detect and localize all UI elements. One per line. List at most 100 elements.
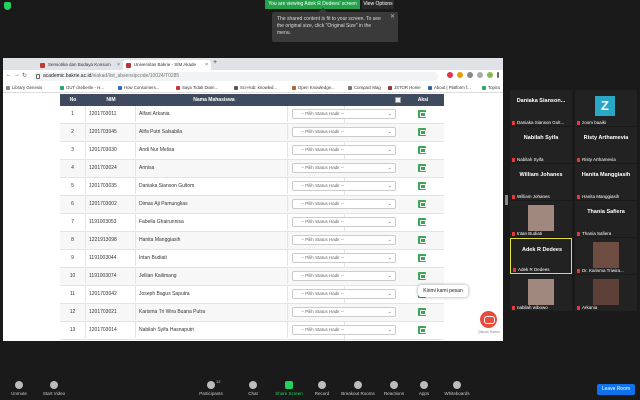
save-action-icon[interactable]	[418, 146, 426, 154]
cell-nim: 1201703014	[86, 322, 136, 338]
participant-tile[interactable]: nabilah wibowo	[510, 275, 572, 311]
participant-tile[interactable]: Risty Arthamevia Risty Arthamevia	[575, 127, 637, 163]
breakout-rooms-button[interactable]: Breakout Rooms	[340, 381, 376, 396]
participant-name-large: Risty Arthamevia	[583, 135, 629, 141]
bookmark-item[interactable]: GUT citeberile - H...	[59, 84, 117, 92]
save-action-icon[interactable]	[418, 272, 426, 280]
status-select[interactable]: -- Pilih Status Hadir -- ⌄	[292, 271, 396, 281]
bookmark-item[interactable]: How Consumers...	[117, 84, 175, 92]
close-tab-icon[interactable]: ×	[117, 60, 120, 70]
chat-button[interactable]: Chat	[246, 381, 260, 396]
participant-name: zoom baaiki	[577, 120, 606, 125]
bookmark-item[interactable]: JSTOR Home	[387, 84, 427, 92]
browser-tab-siakad[interactable]: Universitas Bakrie - SIM Akade ×	[123, 60, 211, 70]
start-video-button[interactable]: Start Video	[40, 381, 68, 396]
table-row: 8 1221913098 Hanita Manggiasih -- Pilih Sta…	[60, 232, 444, 250]
status-select[interactable]: -- Pilih Status Hadir -- ⌄	[292, 127, 396, 137]
status-select[interactable]: -- Pilih Status Hadir -- ⌄	[292, 307, 396, 317]
bookmark-item[interactable]: Library Genesis	[5, 84, 59, 92]
bookmark-item[interactable]: Saya Tidak Diam...	[175, 84, 233, 92]
save-action-icon[interactable]	[418, 308, 426, 316]
reload-icon[interactable]: ↻	[22, 72, 27, 79]
participant-name: nabilah wibowo	[512, 305, 548, 310]
chat-bubble-icon[interactable]	[480, 311, 497, 328]
participant-name-large: Thania Safiera	[587, 209, 625, 215]
status-select[interactable]: -- Pilih Status Hadir -- ⌄	[292, 109, 396, 119]
status-select[interactable]: -- Pilih Status Hadir -- ⌄	[292, 145, 396, 155]
cell-nim: 1191003053	[86, 214, 136, 230]
participant-tile[interactable]: Dr. Karisma Triwira...	[575, 238, 637, 274]
view-options-button[interactable]: View Options	[362, 0, 394, 9]
bookmark-item[interactable]: Open Knowledge...	[291, 84, 347, 92]
close-tab-icon[interactable]: ×	[205, 60, 208, 70]
table-row: 6 1201703002 Dimas Aji Pamungkas -- Pilih S…	[60, 196, 444, 214]
unmute-button[interactable]: Unmute	[6, 381, 32, 396]
col-no: No	[69, 97, 77, 103]
whiteboards-button[interactable]: Whiteboards	[442, 381, 472, 396]
save-action-icon[interactable]	[418, 200, 426, 208]
status-select[interactable]: -- Pilih Status Hadir -- ⌄	[292, 235, 396, 245]
save-action-icon[interactable]	[418, 182, 426, 190]
participant-name: Thania Safiera	[577, 231, 611, 236]
participant-tile[interactable]: Daniaka Sianson... Daniaka Sianson Gult..…	[510, 90, 572, 126]
status-select[interactable]: -- Pilih Status Hadir -- ⌄	[292, 199, 396, 209]
address-bar[interactable]: academic.bakrie.ac.id/siakad/list_absens…	[33, 72, 438, 81]
save-action-icon[interactable]	[418, 326, 426, 334]
status-select-value: -- Pilih Status Hadir --	[301, 237, 345, 242]
profile-avatar[interactable]	[487, 72, 493, 78]
bookmark-item[interactable]: Sci-Hub: knowled...	[233, 84, 291, 92]
panel-scrollbar[interactable]	[505, 195, 508, 205]
save-action-icon[interactable]	[418, 218, 426, 226]
save-action-icon[interactable]	[418, 236, 426, 244]
save-action-icon[interactable]	[418, 110, 426, 118]
bookmark-item[interactable]: Topics	[481, 84, 503, 92]
sidebar-icon[interactable]	[477, 72, 483, 78]
save-action-icon[interactable]	[418, 128, 426, 136]
status-select[interactable]: -- Pilih Status Hadir -- ⌄	[292, 289, 396, 299]
favicon-icon	[126, 63, 131, 68]
chat-widget-label[interactable]: Kirimi kami pesan	[418, 285, 468, 297]
shared-screen: Semiotika dan Budaya Konsum × Universita…	[3, 58, 503, 341]
extension-icon[interactable]	[447, 72, 453, 78]
extension-icon[interactable]	[457, 72, 463, 78]
participant-tile[interactable]: Adek R Dedees Adek R Dedees	[510, 238, 572, 274]
participant-tile[interactable]: William Johanes William Johanes	[510, 164, 572, 200]
status-select[interactable]: -- Pilih Status Hadir -- ⌄	[292, 163, 396, 173]
apps-button[interactable]: Apps	[416, 381, 432, 396]
reactions-icon	[390, 381, 398, 389]
reactions-button[interactable]: Reactions	[382, 381, 406, 396]
close-icon[interactable]: ✕	[390, 14, 395, 21]
participant-tile[interactable]: Intan Budiati	[510, 201, 572, 237]
share-screen-button[interactable]: Share Screen	[274, 381, 304, 396]
cell-nim: 1201703002	[86, 196, 136, 212]
save-action-icon[interactable]	[418, 254, 426, 262]
record-button[interactable]: Record	[313, 381, 331, 396]
menu-icon[interactable]	[497, 72, 499, 78]
apps-icon	[420, 381, 428, 389]
status-select-value: -- Pilih Status Hadir --	[301, 165, 345, 170]
status-select[interactable]: -- Pilih Status Hadir -- ⌄	[292, 325, 396, 335]
participant-tile[interactable]: Hanita Manggiasih Hanita Manggiasih	[575, 164, 637, 200]
participant-tile[interactable]: Zzoom baaiki	[575, 90, 637, 126]
back-icon[interactable]: ←	[6, 72, 12, 78]
status-select[interactable]: -- Pilih Status Hadir -- ⌄	[292, 217, 396, 227]
leave-room-button[interactable]: Leave Room	[597, 384, 635, 395]
participant-tile[interactable]: Arkania	[575, 275, 637, 311]
status-select[interactable]: -- Pilih Status Hadir -- ⌄	[292, 253, 396, 263]
browser-tab-semiotika[interactable]: Semiotika dan Budaya Konsum ×	[37, 60, 123, 70]
puzzle-icon[interactable]	[467, 72, 473, 78]
participant-tile[interactable]: Nabilah Syifa Nabilah Syifa	[510, 127, 572, 163]
status-select-value: -- Pilih Status Hadir --	[301, 327, 345, 332]
save-action-icon[interactable]	[418, 164, 426, 172]
status-select-value: -- Pilih Status Hadir --	[301, 129, 345, 134]
forward-icon[interactable]: →	[14, 72, 20, 78]
bookmark-item[interactable]: About | Platform f...	[427, 84, 481, 92]
status-select[interactable]: -- Pilih Status Hadir -- ⌄	[292, 181, 396, 191]
security-shield-icon[interactable]	[4, 2, 11, 10]
new-tab-icon[interactable]: +	[213, 59, 217, 66]
cell-nama: Fabella Ghairunnisa	[136, 214, 288, 230]
select-all-checkbox[interactable]	[395, 97, 401, 103]
participant-tile[interactable]: Thania Safiera Thania Safiera	[575, 201, 637, 237]
meeting-toolbar: Unmute Start Video Participants 12 Chat …	[0, 378, 640, 400]
bookmark-item[interactable]: Compact Mag	[347, 84, 387, 92]
